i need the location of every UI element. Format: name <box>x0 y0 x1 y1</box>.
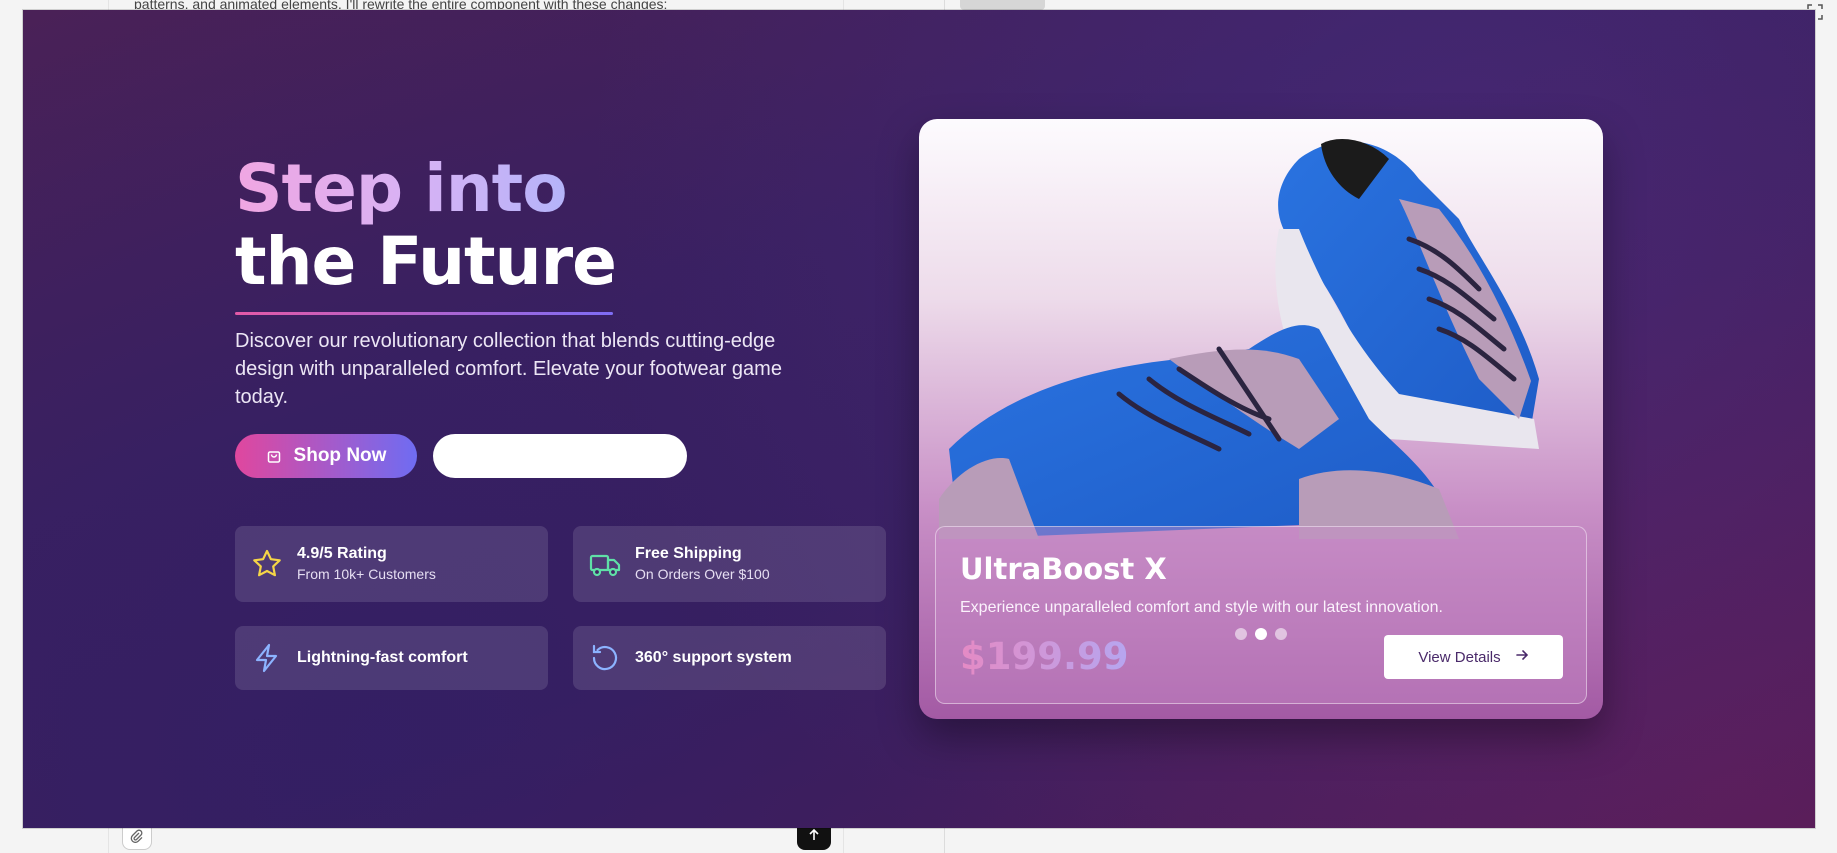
carousel-dot-active[interactable] <box>1255 628 1267 640</box>
product-description: Experience unparalleled comfort and styl… <box>960 599 1443 616</box>
feature-subtitle: On Orders Over $100 <box>635 566 770 582</box>
feature-subtitle: From 10k+ Customers <box>297 566 436 582</box>
view-details-button[interactable]: View Details <box>1384 635 1563 679</box>
feature-card-rating: 4.9/5 Rating From 10k+ Customers <box>235 526 548 602</box>
product-name: UltraBoost X <box>960 552 1167 586</box>
feature-card-shipping: Free Shipping On Orders Over $100 <box>573 526 886 602</box>
background-tab[interactable] <box>960 0 1045 10</box>
secondary-button[interactable] <box>433 434 687 478</box>
lightning-icon <box>251 642 283 674</box>
background-chat-text: patterns, and animated elements. I'll re… <box>134 0 668 9</box>
product-price: $199.99 <box>960 635 1129 678</box>
feature-card-comfort: Lightning-fast comfort <box>235 626 548 690</box>
arrow-right-icon <box>1515 648 1529 666</box>
hero-title-line1: Step into <box>235 152 616 225</box>
view-details-label: View Details <box>1418 648 1501 666</box>
title-underline <box>235 312 613 315</box>
product-image <box>939 139 1539 539</box>
landing-preview: Step into the Future Discover our revolu… <box>23 10 1815 828</box>
star-icon <box>251 548 283 580</box>
hero-title-line2: the Future <box>235 223 617 300</box>
feature-title: 4.9/5 Rating <box>297 545 387 562</box>
refresh-icon <box>589 642 621 674</box>
shop-now-label: Shop Now <box>293 445 387 466</box>
feature-title: Lightning-fast comfort <box>297 649 468 666</box>
carousel-dot[interactable] <box>1275 628 1287 640</box>
feature-title: Free Shipping <box>635 545 742 562</box>
carousel-dot[interactable] <box>1235 628 1247 640</box>
shop-now-button[interactable]: Shop Now <box>235 434 417 478</box>
product-info-panel: UltraBoost X Experience unparalleled com… <box>935 526 1587 704</box>
feature-card-support: 360° support system <box>573 626 886 690</box>
truck-icon <box>589 548 621 580</box>
carousel-dots <box>1235 628 1287 640</box>
product-card: UltraBoost X Experience unparalleled com… <box>919 119 1603 719</box>
hero-description: Discover our revolutionary collection th… <box>235 330 782 408</box>
shopping-bag-icon <box>266 448 282 464</box>
hero-title: Step into the Future <box>235 152 617 300</box>
feature-title: 360° support system <box>635 649 792 666</box>
